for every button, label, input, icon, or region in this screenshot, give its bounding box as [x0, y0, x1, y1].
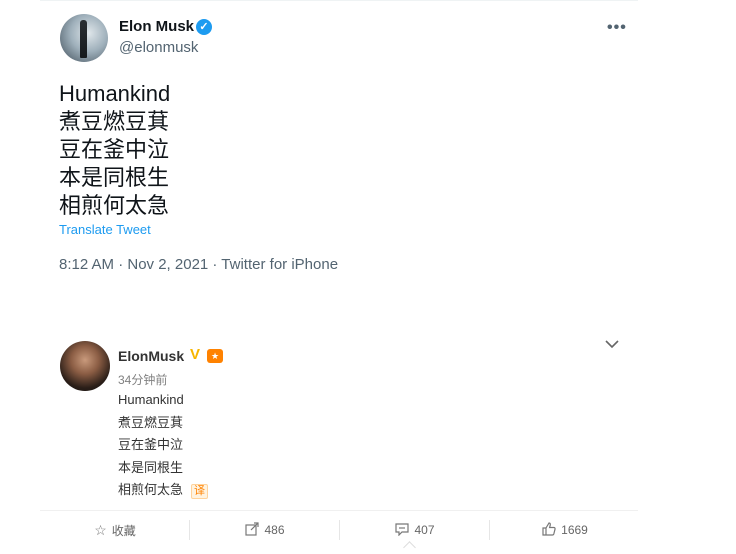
favorite-button[interactable]: ☆ 收藏 [40, 511, 190, 549]
verified-v-icon: V [190, 346, 201, 363]
repost-icon [245, 521, 260, 539]
tweet-line: 本是同根生 [59, 165, 170, 190]
weibo-time[interactable]: 34分钟前 [118, 371, 167, 388]
translate-tweet-link[interactable]: Translate Tweet [59, 222, 151, 237]
verified-icon: ✓ [196, 19, 212, 35]
tweet-line: 相煎何太急 [59, 193, 170, 218]
tweet-line: 煮豆燃豆萁 [59, 109, 170, 134]
tweet-line: 豆在釜中泣 [59, 137, 170, 162]
chevron-down-icon[interactable] [605, 336, 619, 354]
tweet-handle[interactable]: @elonmusk [119, 39, 198, 56]
weibo-line: 本是同根生 [118, 459, 184, 475]
favorite-label: 收藏 [111, 523, 136, 538]
weibo-action-bar: ☆ 收藏 486 407 1669 [40, 510, 638, 551]
rocket-image [80, 20, 87, 58]
more-icon[interactable]: ••• [607, 19, 627, 37]
weibo-line: 豆在釜中泣 [118, 437, 184, 452]
tweet-line: Humankind [59, 81, 171, 106]
weibo-line: Humankind [118, 392, 184, 407]
weibo-author-name[interactable]: ElonMusk [118, 348, 184, 364]
weibo-text: Humankind 煮豆燃豆萁 豆在釜中泣 本是同根生 相煎何太急译 [118, 391, 209, 504]
comment-button[interactable]: 407 [340, 511, 490, 549]
tweet-author-name[interactable]: Elon Musk [119, 18, 194, 35]
member-badge-icon: ★ [207, 349, 223, 363]
repost-count: 486 [264, 523, 285, 537]
like-count: 1669 [561, 523, 588, 537]
comment-count: 407 [414, 523, 435, 537]
star-icon: ☆ [94, 521, 107, 538]
tweet-text: Humankind 煮豆燃豆萁 豆在釜中泣 本是同根生 相煎何太急 [59, 80, 170, 220]
like-icon [542, 521, 556, 539]
weibo-avatar[interactable] [60, 341, 110, 391]
translate-icon[interactable]: 译 [191, 484, 209, 499]
weibo-line: 相煎何太急 [118, 482, 184, 497]
weibo-line: 煮豆燃豆萁 [118, 414, 184, 430]
comment-icon [395, 522, 410, 539]
repost-button[interactable]: 486 [190, 511, 340, 549]
tweet-meta: 8:12 AM · Nov 2, 2021 · Twitter for iPho… [59, 256, 339, 273]
like-button[interactable]: 1669 [490, 511, 640, 549]
tweet-avatar[interactable] [60, 14, 108, 62]
